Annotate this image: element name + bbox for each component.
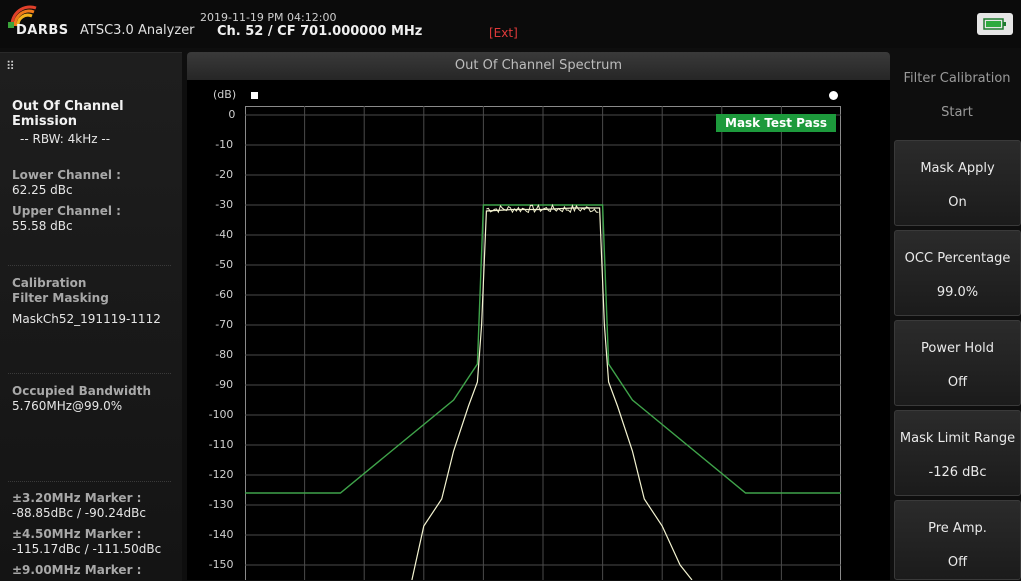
mask-limit-range-button[interactable]: Mask Limit Range -126 dBc (894, 410, 1021, 496)
lower-channel-label: Lower Channel : (12, 168, 121, 182)
app-title: ATSC3.0 Analyzer (80, 23, 195, 38)
button-value: 99.0% (936, 285, 979, 300)
y-tick-label: -130 (208, 498, 234, 511)
y-tick-label: -60 (215, 288, 234, 301)
power-hold-button[interactable]: Power Hold Off (894, 320, 1021, 406)
rbw-label: -- RBW: 4kHz -- (20, 132, 111, 146)
ext-reference-label: [Ext] (489, 26, 518, 40)
button-title: OCC Percentage (904, 251, 1011, 266)
marker-3-label: ±9.00MHz Marker : (12, 563, 142, 577)
button-value: Off (947, 555, 968, 570)
y-tick-label: -150 (208, 558, 234, 571)
divider (8, 481, 171, 482)
marker-square-icon[interactable] (251, 92, 258, 99)
y-tick-label: -120 (208, 468, 234, 481)
start-calibration-button[interactable]: Start (893, 105, 1021, 120)
calibration-label: Calibration (12, 276, 87, 290)
y-tick-label: -110 (208, 438, 234, 451)
divider (8, 373, 171, 374)
spectrum-trace (411, 207, 693, 580)
spectrum-plot[interactable] (245, 106, 841, 580)
measurement-summary-panel: ⠿ Out Of Channel Emission -- RBW: 4kHz -… (0, 52, 182, 581)
brand-name: DARBS (16, 23, 69, 38)
y-tick-label: -10 (215, 138, 234, 151)
y-tick-label: -20 (215, 168, 234, 181)
y-tick-label: -70 (215, 318, 234, 331)
occupied-bandwidth-label: Occupied Bandwidth (12, 384, 152, 398)
marker-1-label: ±3.20MHz Marker : (12, 491, 142, 505)
y-tick-label: -50 (215, 258, 234, 271)
pre-amp-button[interactable]: Pre Amp. Off (894, 500, 1021, 580)
occ-percentage-button[interactable]: OCC Percentage 99.0% (894, 230, 1021, 316)
y-tick-label: -30 (215, 198, 234, 211)
mask-test-status-badge: Mask Test Pass (716, 114, 836, 132)
filter-calibration-section: Filter Calibration Start (893, 52, 1021, 138)
y-tick-label: -40 (215, 228, 234, 241)
y-tick-label: -100 (208, 408, 234, 421)
filter-calibration-label: Filter Calibration (903, 71, 1011, 86)
marker-1-value: -88.85dBc / -90.24dBc (12, 506, 146, 520)
y-tick-label: -80 (215, 348, 234, 361)
upper-channel-label: Upper Channel : (12, 204, 121, 218)
marker-circle-icon[interactable] (829, 91, 838, 100)
button-value: Off (947, 375, 968, 390)
battery-icon (977, 13, 1013, 35)
button-title: Pre Amp. (928, 521, 987, 536)
y-tick-label: 0 (228, 108, 236, 121)
chart-title: Out Of Channel Spectrum (187, 52, 890, 80)
button-title: Mask Apply (920, 161, 995, 176)
spectrum-trace-noise (486, 203, 599, 214)
mask-apply-button[interactable]: Mask Apply On (894, 140, 1021, 226)
panel-title: Out Of Channel Emission (12, 99, 124, 129)
lower-channel-value: 62.25 dBc (12, 183, 73, 197)
mask-file-name: MaskCh52_191119-1112 (12, 312, 161, 326)
drag-grip-icon[interactable]: ⠿ (6, 59, 15, 73)
y-tick-label: -140 (208, 528, 234, 541)
datetime: 2019-11-19 PM 04:12:00 (200, 11, 337, 24)
filter-masking-label: Filter Masking (12, 291, 109, 305)
y-axis-label: (dB) (213, 88, 237, 101)
upper-channel-value: 55.58 dBc (12, 219, 73, 233)
marker-2-value: -115.17dBc / -111.50dBc (12, 542, 162, 556)
spectrum-chart[interactable]: (dB) 0 -10 -20 -30 -40 -50 -60 -70 -80 -90 -100 -11… (187, 80, 890, 580)
channel-info: Ch. 52 / CF 701.000000 MHz (217, 24, 423, 39)
button-title: Mask Limit Range (899, 431, 1016, 446)
button-value: -126 dBc (928, 465, 987, 480)
divider (8, 265, 171, 266)
occupied-bandwidth-value: 5.760MHz@99.0% (12, 399, 123, 413)
y-tick-label: -90 (215, 378, 234, 391)
button-title: Power Hold (920, 341, 995, 356)
button-value: On (948, 195, 967, 210)
marker-2-label: ±4.50MHz Marker : (12, 527, 142, 541)
header-bar: DARBS ATSC3.0 Analyzer 2019-11-19 PM 04:… (0, 0, 1021, 48)
